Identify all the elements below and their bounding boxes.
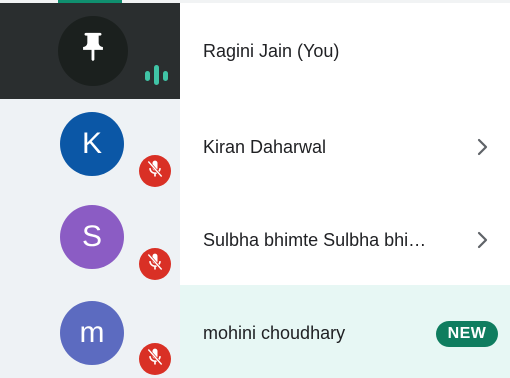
participants-screen: Ragini Jain (You) K Kiran Daharwal S Sul… <box>0 0 510 378</box>
avatar <box>58 16 128 86</box>
new-badge: NEW <box>436 321 498 347</box>
participant-name: Sulbha bhimte Sulbha bhi… <box>203 230 427 250</box>
chevron-right-icon[interactable] <box>474 231 492 249</box>
mic-off-indicator <box>139 248 171 280</box>
mic-off-icon <box>145 347 165 372</box>
avatar: K <box>60 112 124 176</box>
participant-name: Kiran Daharwal <box>203 137 327 157</box>
audio-level-icon <box>143 63 171 87</box>
mic-off-icon <box>145 252 165 277</box>
pin-icon <box>76 30 110 72</box>
avatar-initial: m <box>79 316 105 349</box>
mic-off-indicator <box>139 343 171 375</box>
mic-off-indicator <box>139 155 171 187</box>
participant-row[interactable]: K Kiran Daharwal <box>0 99 510 195</box>
participant-row[interactable]: S Sulbha bhimte Sulbha bhi… <box>0 195 510 285</box>
avatar-initial: K <box>81 127 102 160</box>
chevron-right-icon[interactable] <box>474 138 492 156</box>
participant-name: mohini choudhary <box>203 323 346 343</box>
mic-off-icon <box>145 159 165 184</box>
participant-row-new[interactable]: m mohini choudhary NEW <box>0 285 510 378</box>
avatar: m <box>60 301 124 365</box>
participant-name: Ragini Jain (You) <box>203 41 340 61</box>
avatar: S <box>60 205 124 269</box>
avatar-initial: S <box>81 220 102 253</box>
participant-row-self[interactable]: Ragini Jain (You) <box>0 3 510 99</box>
